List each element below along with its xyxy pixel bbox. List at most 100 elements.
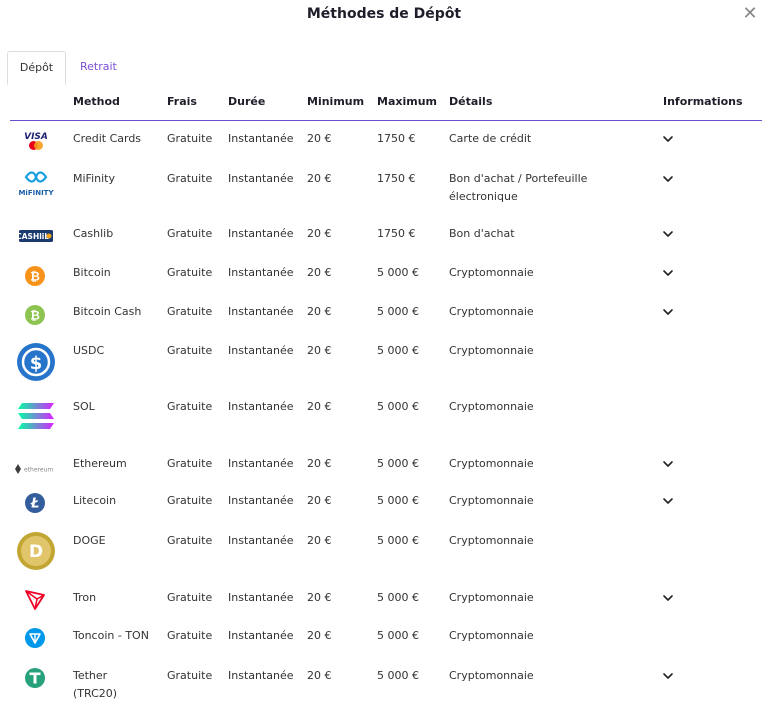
duree-cell: Instantanée xyxy=(228,534,294,547)
frais-cell: Gratuite xyxy=(167,494,213,507)
method-cell: DOGE xyxy=(73,534,106,547)
details-cell: Cryptomonnaie xyxy=(449,344,534,357)
bitcoin-icon: ₿ xyxy=(24,265,46,291)
method-cell: Litecoin xyxy=(73,494,117,507)
frais-cell: Gratuite xyxy=(167,400,213,413)
frais-cell: Gratuite xyxy=(167,591,213,604)
svg-text:$: $ xyxy=(30,353,43,374)
duree-cell: Instantanée xyxy=(228,227,294,240)
tab-depot[interactable]: Dépôt xyxy=(7,51,66,85)
maximum-cell: 1750 € xyxy=(377,132,416,145)
maximum-cell: 5 000 € xyxy=(377,344,419,357)
chevron-down-icon[interactable] xyxy=(662,592,674,604)
duree-cell: Instantanée xyxy=(228,669,294,682)
maximum-cell: 5 000 € xyxy=(377,669,419,682)
method-cell: Bitcoin xyxy=(73,266,111,279)
method-cell: Bitcoin Cash xyxy=(73,305,142,318)
chevron-down-icon[interactable] xyxy=(662,267,674,279)
method-cell: USDC xyxy=(73,344,105,357)
chevron-down-icon[interactable] xyxy=(662,670,674,682)
svg-text:ethereum: ethereum xyxy=(24,467,53,474)
frais-cell: Gratuite xyxy=(167,629,213,642)
column-header-frais: Frais xyxy=(167,95,197,108)
column-header-informations: Informations xyxy=(663,95,743,108)
frais-cell: Gratuite xyxy=(167,132,213,145)
maximum-cell: 5 000 € xyxy=(377,266,419,279)
frais-cell: Gratuite xyxy=(167,172,213,185)
minimum-cell: 20 € xyxy=(307,266,332,279)
details-cell: Cryptomonnaie xyxy=(449,457,534,470)
duree-cell: Instantanée xyxy=(228,132,294,145)
method-cell: SOL xyxy=(73,400,95,413)
chevron-down-icon[interactable] xyxy=(662,133,674,145)
minimum-cell: 20 € xyxy=(307,534,332,547)
details-cell: Cryptomonnaie xyxy=(449,494,534,507)
minimum-cell: 20 € xyxy=(307,494,332,507)
duree-cell: Instantanée xyxy=(228,172,294,185)
method-cell: MiFinity xyxy=(73,172,115,185)
minimum-cell: 20 € xyxy=(307,227,332,240)
duree-cell: Instantanée xyxy=(228,305,294,318)
svg-text:₿: ₿ xyxy=(30,270,40,284)
maximum-cell: 5 000 € xyxy=(377,400,419,413)
maximum-cell: 5 000 € xyxy=(377,494,419,507)
svg-text:CASHlib: CASHlib xyxy=(19,232,50,241)
method-cell: Ethereum xyxy=(73,457,127,470)
details-cell: Cryptomonnaie xyxy=(449,400,534,413)
minimum-cell: 20 € xyxy=(307,305,332,318)
close-icon[interactable]: ✕ xyxy=(740,4,760,24)
minimum-cell: 20 € xyxy=(307,400,332,413)
tether-icon xyxy=(24,667,46,693)
chevron-down-icon[interactable] xyxy=(662,173,674,185)
details-cell: Bon d'achat / Portefeuille électronique xyxy=(449,172,588,203)
mifinity-icon: MiFINITY xyxy=(16,168,56,202)
column-header-minimum: Minimum xyxy=(307,95,365,108)
minimum-cell: 20 € xyxy=(307,591,332,604)
details-cell: Cryptomonnaie xyxy=(449,669,534,682)
details-cell: Cryptomonnaie xyxy=(449,266,534,279)
maximum-cell: 5 000 € xyxy=(377,305,419,318)
chevron-down-icon[interactable] xyxy=(662,228,674,240)
tron-icon xyxy=(24,589,46,615)
chevron-down-icon[interactable] xyxy=(662,495,674,507)
minimum-cell: 20 € xyxy=(307,132,332,145)
maximum-cell: 1750 € xyxy=(377,227,416,240)
chevron-down-icon[interactable] xyxy=(662,458,674,470)
solana-icon xyxy=(16,398,56,438)
frais-cell: Gratuite xyxy=(167,305,213,318)
chevron-down-icon[interactable] xyxy=(662,306,674,318)
duree-cell: Instantanée xyxy=(228,266,294,279)
details-cell: Carte de crédit xyxy=(449,132,532,145)
tab-bar: Dépôt Retrait xyxy=(7,51,129,85)
frais-cell: Gratuite xyxy=(167,457,213,470)
frais-cell: Gratuite xyxy=(167,534,213,547)
maximum-cell: 5 000 € xyxy=(377,457,419,470)
details-cell: Cryptomonnaie xyxy=(449,591,534,604)
ethereum-icon: ethereum xyxy=(14,459,58,478)
tab-retrait[interactable]: Retrait xyxy=(66,51,129,85)
frais-cell: Gratuite xyxy=(167,344,213,357)
details-cell: Cryptomonnaie xyxy=(449,629,534,642)
toncoin-icon xyxy=(24,627,46,653)
svg-text:MiFINITY: MiFINITY xyxy=(18,189,54,197)
maximum-cell: 5 000 € xyxy=(377,534,419,547)
method-cell: Tether (TRC20) xyxy=(73,669,118,700)
frais-cell: Gratuite xyxy=(167,669,213,682)
table-header: Method Frais Durée Minimum Maximum Détai… xyxy=(10,86,762,121)
usdc-icon: $ xyxy=(16,342,56,386)
details-cell: Bon d'achat xyxy=(449,227,515,240)
duree-cell: Instantanée xyxy=(228,457,294,470)
visa-mastercard-icon: VISA xyxy=(24,130,48,156)
duree-cell: Instantanée xyxy=(228,344,294,357)
svg-text:VISA: VISA xyxy=(24,132,48,142)
column-header-maximum: Maximum xyxy=(377,95,437,108)
litecoin-icon: Ł xyxy=(24,492,46,518)
bitcoin-cash-icon: ₿ xyxy=(24,304,46,330)
duree-cell: Instantanée xyxy=(228,494,294,507)
method-cell: Credit Cards xyxy=(73,132,142,145)
frais-cell: Gratuite xyxy=(167,266,213,279)
svg-text:Ł: Ł xyxy=(30,497,40,512)
minimum-cell: 20 € xyxy=(307,344,332,357)
dogecoin-icon: D xyxy=(16,531,56,575)
maximum-cell: 1750 € xyxy=(377,172,416,185)
